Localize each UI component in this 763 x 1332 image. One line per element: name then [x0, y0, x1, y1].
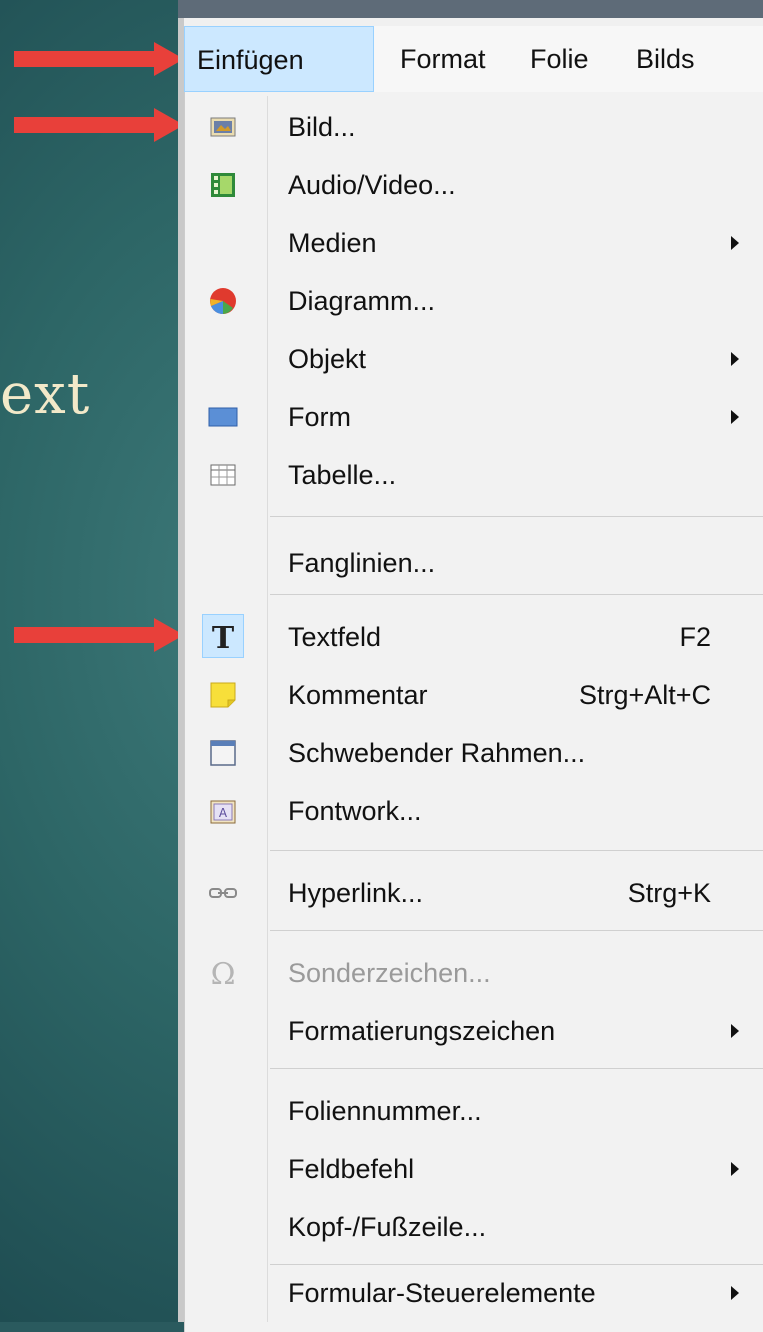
menu-separator — [270, 516, 763, 517]
menu-item-bild[interactable]: Bild... — [184, 98, 763, 156]
hyperlink-icon — [209, 888, 237, 898]
menu-einfuegen[interactable]: Einfügen — [184, 26, 374, 92]
menu-bildschirmpraesentation[interactable]: Bilds — [624, 26, 707, 92]
menu-item-sonderzeichen[interactable]: Ω Sonderzeichen... — [184, 944, 763, 1002]
menu-folie[interactable]: Folie — [518, 26, 601, 92]
menu-item-medien[interactable]: Medien — [184, 214, 763, 272]
menu-item-formular-steuerelemente[interactable]: Formular-Steuerelemente — [184, 1264, 763, 1322]
frame-icon — [210, 740, 236, 766]
menu-item-formatierungszeichen[interactable]: Formatierungszeichen — [184, 1002, 763, 1060]
film-icon — [211, 173, 235, 197]
menu-separator — [270, 594, 763, 595]
menu-separator — [270, 930, 763, 931]
svg-text:T: T — [212, 621, 235, 654]
submenu-arrow-icon — [731, 1162, 739, 1176]
table-icon — [210, 464, 236, 486]
omega-icon: Ω — [211, 957, 236, 990]
annotation-arrow-textfeld — [14, 618, 184, 652]
menu-item-fanglinien[interactable]: Fanglinien... — [184, 534, 763, 592]
submenu-arrow-icon — [731, 1286, 739, 1300]
slide-text: ext — [0, 362, 91, 427]
menu-item-textfeld[interactable]: T Textfeld F2 — [184, 608, 763, 666]
fontwork-icon: A — [210, 800, 236, 824]
svg-text:Ω: Ω — [211, 957, 236, 990]
menu-item-audio-video[interactable]: Audio/Video... — [184, 156, 763, 214]
submenu-arrow-icon — [731, 352, 739, 366]
submenu-arrow-icon — [731, 410, 739, 424]
annotation-arrow-menubar — [14, 42, 184, 76]
annotation-arrow-bild — [14, 108, 184, 142]
image-icon — [210, 117, 236, 137]
menu-item-fontwork[interactable]: A Fontwork... — [184, 782, 763, 840]
menu-item-feldbefehl[interactable]: Feldbefehl — [184, 1140, 763, 1198]
menu-item-schwebender-rahmen[interactable]: Schwebender Rahmen... — [184, 724, 763, 782]
menu-item-tabelle[interactable]: Tabelle... — [184, 446, 763, 504]
menu-item-hyperlink[interactable]: Hyperlink... Strg+K — [184, 864, 763, 922]
menu-separator — [270, 850, 763, 851]
menu-format[interactable]: Format — [388, 26, 498, 92]
pie-chart-icon — [210, 288, 236, 314]
rectangle-icon — [208, 407, 238, 427]
menubar: Einfügen Format Folie Bilds — [184, 26, 763, 92]
text-t-icon: T — [212, 621, 235, 654]
menu-item-foliennummer[interactable]: Foliennummer... — [184, 1082, 763, 1140]
menu-item-form[interactable]: Form — [184, 388, 763, 446]
submenu-arrow-icon — [731, 236, 739, 250]
svg-text:A: A — [219, 806, 228, 820]
menu-item-objekt[interactable]: Objekt — [184, 330, 763, 388]
window-title-strip — [178, 0, 763, 18]
menu-item-kopf-fusszeile[interactable]: Kopf-/Fußzeile... — [184, 1198, 763, 1256]
sticky-note-icon — [210, 682, 236, 708]
menu-separator — [270, 1068, 763, 1069]
menu-item-diagramm[interactable]: Diagramm... — [184, 272, 763, 330]
menu-item-kommentar[interactable]: Kommentar Strg+Alt+C — [184, 666, 763, 724]
submenu-arrow-icon — [731, 1024, 739, 1038]
